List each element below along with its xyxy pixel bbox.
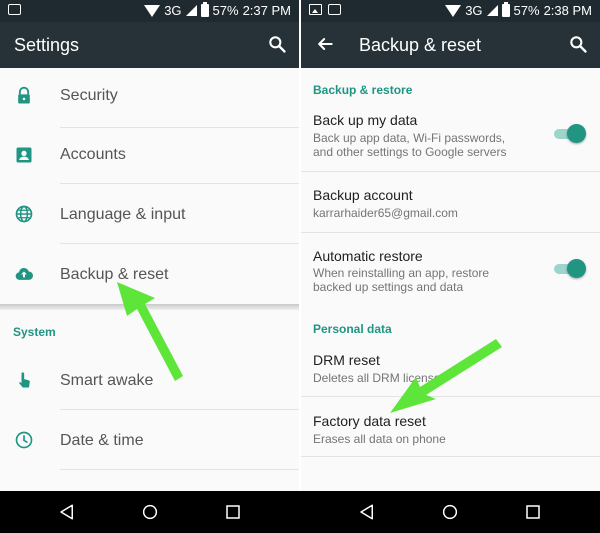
app-bar: Settings	[0, 22, 299, 68]
settings-item-date-time[interactable]: Date & time	[0, 410, 299, 470]
settings-item-language[interactable]: Language & input	[0, 184, 299, 244]
battery-icon	[501, 2, 510, 17]
wifi-icon	[445, 5, 462, 17]
image-notification-icon	[309, 4, 322, 15]
navigation-bar	[0, 491, 600, 533]
back-triangle-icon[interactable]	[358, 503, 376, 521]
row-divider	[301, 456, 600, 457]
notification-icon	[8, 4, 21, 15]
status-bar: 3G 57% 2:37 PM	[0, 0, 299, 22]
section-header-backup-restore: Backup & restore	[313, 83, 413, 97]
touch-hand-icon	[19, 372, 30, 388]
section-divider	[0, 304, 299, 310]
signal-icon	[185, 5, 197, 16]
notification-icon	[328, 4, 341, 15]
toggle-thumb	[567, 124, 586, 143]
battery-level: 57%	[212, 3, 239, 18]
settings-item-label: Date & time	[60, 432, 144, 449]
battery-level: 57%	[513, 3, 540, 18]
cloud-upload-icon	[15, 267, 34, 280]
signal-icon	[486, 5, 498, 16]
settings-item-label: Accounts	[60, 146, 126, 163]
row-divider	[60, 469, 299, 470]
settings-item-accounts[interactable]: Accounts	[0, 128, 299, 184]
settings-item-label: Smart awake	[60, 372, 154, 389]
status-bar: 3G 57% 2:38 PM	[301, 0, 600, 22]
network-type: 3G	[164, 3, 182, 18]
clock-icon	[15, 431, 33, 449]
automatic-restore-item[interactable]: Automatic restore When reinstalling an a…	[301, 233, 600, 305]
recents-square-icon[interactable]	[224, 503, 242, 521]
search-icon[interactable]	[267, 34, 287, 54]
settings-item-backup-reset[interactable]: Backup & reset	[0, 244, 299, 304]
search-icon[interactable]	[568, 34, 588, 54]
auto-restore-toggle[interactable]	[554, 259, 586, 278]
settings-item-security[interactable]: Security	[0, 68, 299, 128]
wifi-icon	[144, 5, 161, 17]
account-box-icon	[16, 147, 32, 163]
settings-item-smart-awake[interactable]: Smart awake	[0, 350, 299, 410]
backup-account-item[interactable]: Backup account karrarhaider65@gmail.com	[301, 172, 600, 233]
page-title: Backup & reset	[359, 35, 482, 55]
item-summary: Back up app data, Wi-Fi passwords, and o…	[313, 131, 507, 159]
page-title: Settings	[14, 35, 80, 55]
lock-icon	[18, 86, 30, 104]
item-summary: When reinstalling an app, restore backed…	[313, 266, 490, 294]
backup-my-data-item[interactable]: Back up my data Back up app data, Wi-Fi …	[301, 100, 600, 172]
settings-item-label: Backup & reset	[60, 266, 169, 283]
clock-time: 2:38 PM	[543, 3, 592, 18]
home-circle-icon[interactable]	[141, 503, 159, 521]
network-type: 3G	[465, 3, 483, 18]
toggle-thumb	[567, 259, 586, 278]
backup-toggle[interactable]	[554, 124, 586, 143]
item-summary: Deletes all DRM licenses	[313, 371, 447, 385]
factory-data-reset-item[interactable]: Factory data reset Erases all data on ph…	[301, 397, 600, 457]
item-summary: karrarhaider65@gmail.com	[313, 206, 458, 220]
app-bar: Backup & reset	[301, 22, 600, 68]
recents-square-icon[interactable]	[524, 503, 542, 521]
section-header-system: System	[13, 325, 56, 339]
battery-icon	[200, 2, 209, 17]
drm-reset-item[interactable]: DRM reset Deletes all DRM licenses	[301, 340, 600, 397]
section-header-personal-data: Personal data	[313, 322, 392, 336]
home-circle-icon[interactable]	[441, 503, 459, 521]
item-title: Factory data reset	[313, 413, 426, 429]
clock-time: 2:37 PM	[242, 3, 291, 18]
item-title: DRM reset	[313, 352, 380, 368]
item-title: Backup account	[313, 187, 413, 203]
globe-icon	[15, 205, 33, 223]
settings-screen: 3G 57% 2:37 PM Settings Security Account…	[0, 0, 299, 533]
back-triangle-icon[interactable]	[58, 503, 76, 521]
item-title: Automatic restore	[313, 248, 423, 264]
backup-reset-screen: 3G 57% 2:38 PM Backup & reset Backup & r…	[301, 0, 600, 533]
item-summary: Erases all data on phone	[313, 432, 446, 446]
back-arrow-icon[interactable]	[315, 34, 335, 54]
settings-item-label: Security	[60, 87, 118, 104]
settings-item-label: Language & input	[60, 206, 186, 223]
item-title: Back up my data	[313, 112, 418, 128]
